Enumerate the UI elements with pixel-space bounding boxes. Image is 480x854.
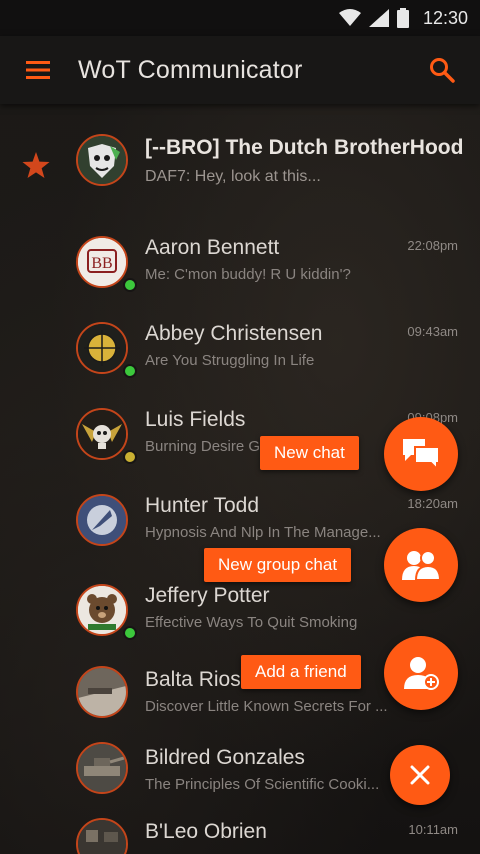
signal-icon bbox=[368, 9, 389, 27]
skull-wings-avatar bbox=[76, 408, 128, 460]
hamburger-menu-icon bbox=[26, 61, 50, 79]
last-message: Hypnosis And Nlp In The Manage... bbox=[145, 524, 381, 541]
svg-text:BB: BB bbox=[91, 255, 112, 272]
bear-avatar bbox=[76, 584, 128, 636]
star-icon[interactable] bbox=[22, 152, 50, 178]
new-chat-button[interactable] bbox=[384, 417, 458, 491]
app-bar: WoT Communicator bbox=[0, 36, 480, 104]
crosshair-avatar bbox=[76, 322, 128, 374]
last-message: Are You Struggling In Life bbox=[145, 352, 315, 369]
chat-row-clan[interactable]: [--BRO] The Dutch BrotherHood DAF7: Hey,… bbox=[0, 116, 480, 202]
new-chat-label[interactable]: New chat bbox=[260, 436, 359, 470]
last-message: DAF7: Hey, look at this... bbox=[145, 168, 321, 185]
bb-badge-avatar: BB bbox=[76, 236, 128, 288]
tank-photo-avatar bbox=[76, 742, 128, 794]
contact-name: Abbey Christensen bbox=[145, 322, 323, 345]
menu-button[interactable] bbox=[18, 50, 58, 90]
chat-row[interactable]: Abbey Christensen Are You Struggling In … bbox=[0, 302, 480, 388]
contact-name: B'Leo Obrien bbox=[145, 820, 267, 843]
status-bar: 12:30 bbox=[0, 0, 480, 36]
new-group-chat-label[interactable]: New group chat bbox=[204, 548, 352, 582]
last-message: The Principles Of Scientific Cooki... bbox=[145, 776, 380, 793]
message-time: 10:11am bbox=[408, 822, 458, 837]
arrow-badge-avatar bbox=[76, 494, 128, 546]
close-menu-button[interactable] bbox=[390, 745, 450, 805]
message-time: 22:08pm bbox=[407, 238, 458, 253]
contact-name: [--BRO] The Dutch BrotherHood bbox=[145, 136, 464, 159]
contact-name: Luis Fields bbox=[145, 408, 246, 431]
last-message: Discover Little Known Secrets For ... bbox=[145, 698, 388, 715]
add-friend-label[interactable]: Add a friend bbox=[241, 655, 361, 689]
chat-bubbles-icon bbox=[403, 439, 440, 471]
tank-photo-avatar bbox=[76, 666, 128, 718]
contact-name: Jeffery Potter bbox=[145, 584, 270, 607]
last-message: Effective Ways To Quit Smoking bbox=[145, 614, 358, 631]
search-button[interactable] bbox=[422, 50, 462, 90]
message-time: 09:43am bbox=[407, 324, 458, 339]
group-icon bbox=[402, 550, 442, 581]
status-time: 12:30 bbox=[422, 7, 468, 28]
message-time: 18:20am bbox=[407, 496, 458, 511]
wifi-icon bbox=[338, 9, 361, 26]
away-status-dot bbox=[123, 450, 137, 464]
new-group-chat-button[interactable] bbox=[384, 528, 458, 602]
close-icon bbox=[410, 765, 430, 785]
last-message: Me: C'mon buddy! R U kiddin'? bbox=[145, 266, 351, 283]
online-status-dot bbox=[123, 278, 137, 292]
tank-photo-avatar bbox=[76, 818, 128, 854]
chat-row[interactable]: B'Leo Obrien 10:11am bbox=[0, 802, 480, 854]
clan-logo-avatar bbox=[76, 134, 128, 186]
contact-name: Aaron Bennett bbox=[145, 236, 280, 259]
battery-icon bbox=[396, 8, 409, 28]
contact-name: Balta Rios bbox=[145, 668, 241, 691]
contact-name: Hunter Todd bbox=[145, 494, 260, 517]
add-person-icon bbox=[404, 657, 439, 690]
app-title: WoT Communicator bbox=[78, 55, 303, 84]
contact-name: Bildred Gonzales bbox=[145, 746, 305, 769]
online-status-dot bbox=[123, 626, 137, 640]
online-status-dot bbox=[123, 364, 137, 378]
search-icon bbox=[430, 58, 455, 83]
chat-row[interactable]: BB Aaron Bennett Me: C'mon buddy! R U ki… bbox=[0, 216, 480, 302]
add-friend-button[interactable] bbox=[384, 636, 458, 710]
